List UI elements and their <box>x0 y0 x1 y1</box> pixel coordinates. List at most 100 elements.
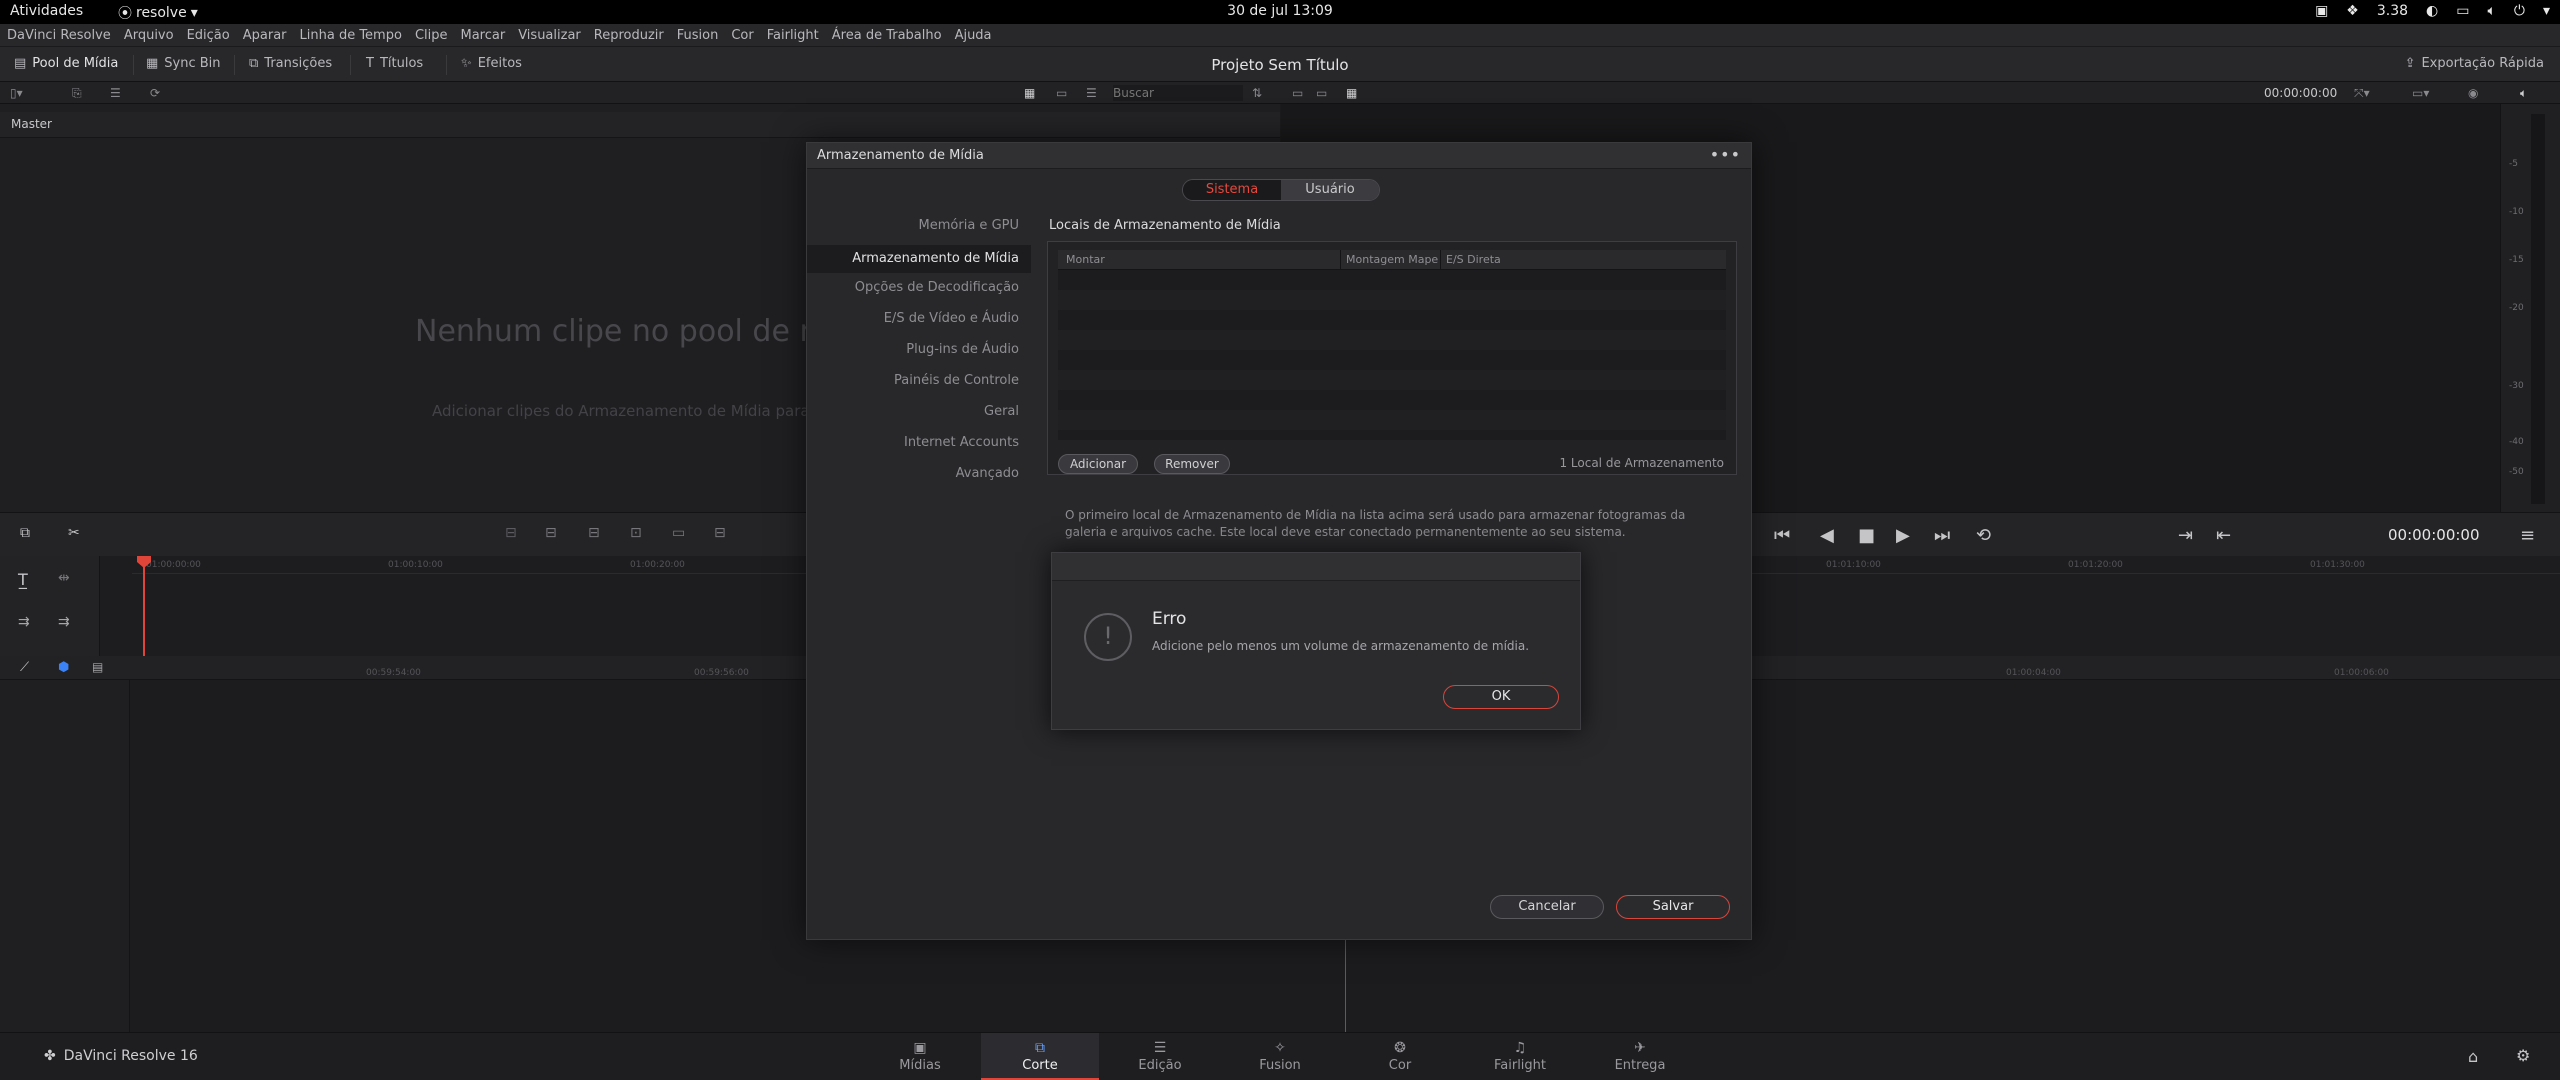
save-button[interactable]: Salvar <box>1616 895 1730 919</box>
menu-fairlight[interactable]: Fairlight <box>767 28 819 43</box>
nav-control-panels[interactable]: Painéis de Controle <box>894 373 1019 388</box>
close-up-icon[interactable]: ⊡ <box>630 525 642 541</box>
menu-davinci[interactable]: DaVinci Resolve <box>7 28 111 43</box>
menu-edicao[interactable]: Edição <box>187 28 230 43</box>
place-on-top-icon[interactable]: ▭ <box>672 525 685 541</box>
skip-to-end-icon[interactable]: ⏭ <box>1934 525 1950 546</box>
menu-ajuda[interactable]: Ajuda <box>955 28 992 43</box>
tab-deliver[interactable]: ✈︎ Entrega <box>1581 1033 1699 1080</box>
audio-track-icon[interactable]: ⇉ <box>18 614 30 630</box>
media-pool-button[interactable]: ▤ Pool de Mídia <box>14 56 118 71</box>
menu-clipe[interactable]: Clipe <box>415 28 448 43</box>
reverse-play-icon[interactable]: ◀ <box>1820 525 1834 546</box>
cpu-monitor[interactable]: 3.38 <box>2377 3 2408 19</box>
text-tool-icon[interactable]: T̲ <box>18 570 28 589</box>
cancel-button[interactable]: Cancelar <box>1490 895 1604 919</box>
nav-memory-gpu[interactable]: Memória e GPU <box>919 218 1019 233</box>
tab-edit[interactable]: ☰ Edição <box>1101 1033 1219 1080</box>
menu-fusion[interactable]: Fusion <box>677 28 719 43</box>
effects-button[interactable]: ✨︎ Efeitos <box>461 56 522 71</box>
menu-marcar[interactable]: Marcar <box>461 28 506 43</box>
menu-area-de-trabalho[interactable]: Área de Trabalho <box>832 28 942 43</box>
bin-header[interactable]: Master <box>0 112 1280 138</box>
column-mount[interactable]: Montar <box>1066 253 1105 266</box>
nav-advanced[interactable]: Avançado <box>956 466 1019 481</box>
viewer-mode-icon[interactable]: ▦ <box>1346 86 1357 100</box>
chevron-down-icon[interactable]: ▾ <box>2543 3 2550 19</box>
app-menu-button[interactable]: ⦿ resolve ▾ <box>118 3 198 23</box>
clip-view-icon[interactable]: ▤ <box>92 660 103 674</box>
nav-internet-accounts[interactable]: Internet Accounts <box>904 435 1019 450</box>
next-edit-icon[interactable]: ⇥ <box>2178 525 2193 546</box>
sync-bin-button[interactable]: ▦ Sync Bin <box>146 56 221 71</box>
menu-visualizar[interactable]: Visualizar <box>518 28 581 43</box>
bin-list-icon[interactable]: ☰ <box>110 86 121 100</box>
flag-icon[interactable]: ⬢ <box>58 660 69 675</box>
import-icon[interactable]: ⎘ <box>72 86 82 101</box>
tab-fairlight[interactable]: ♫ Fairlight <box>1461 1033 1579 1080</box>
volume-icon[interactable]: 🔈︎ <box>2487 3 2495 19</box>
sidebar-toggle-icon[interactable]: ▯▾ <box>10 86 23 100</box>
source-overwrite-icon[interactable]: ⊟ <box>714 525 726 541</box>
power-icon[interactable]: ⏻ <box>2514 3 2525 19</box>
play-icon[interactable]: ▶ <box>1896 525 1910 546</box>
timeline-options-icon[interactable]: ⧉ <box>20 525 30 541</box>
system-tray[interactable]: ▣ ❖ 3.38 ◐ ▭ 🔈︎ ⏻ ▾ <box>2315 3 2550 19</box>
menu-cor[interactable]: Cor <box>731 28 753 43</box>
playhead[interactable] <box>143 556 145 656</box>
viewer-options-icon[interactable]: ▭▾ <box>2412 86 2429 100</box>
stop-icon[interactable]: ■ <box>1858 525 1875 546</box>
nav-general[interactable]: Geral <box>984 404 1019 419</box>
menu-aparar[interactable]: Aparar <box>243 28 287 43</box>
column-direct-io[interactable]: E/S Direta <box>1446 253 1501 266</box>
skip-to-start-icon[interactable]: ⏮ <box>1774 525 1790 546</box>
remove-button[interactable]: Remover <box>1154 454 1230 474</box>
tab-user[interactable]: Usuário <box>1281 180 1379 200</box>
scissors-icon[interactable]: ✂ <box>68 525 80 541</box>
window-icon[interactable]: ▭ <box>2456 3 2469 19</box>
filmstrip-view-icon[interactable]: ▭ <box>1056 86 1067 100</box>
menu-arquivo[interactable]: Arquivo <box>124 28 174 43</box>
menu-linha-de-tempo[interactable]: Linha de Tempo <box>300 28 402 43</box>
more-options-icon[interactable]: ••• <box>1710 145 1741 164</box>
activities-button[interactable]: Atividades <box>10 3 83 19</box>
smart-insert-icon[interactable]: ⊟ <box>505 525 517 541</box>
viewer-mode-icon[interactable]: ▭ <box>1316 86 1327 100</box>
theme-icon[interactable]: ◐ <box>2426 3 2438 19</box>
search-input[interactable] <box>1113 85 1243 101</box>
snap-icon[interactable]: ⟋ <box>20 660 29 675</box>
dialog-title-bar[interactable]: Armazenamento de Mídia ••• <box>807 143 1751 169</box>
nav-media-storage[interactable]: Armazenamento de Mídia <box>807 245 1031 273</box>
previous-edit-icon[interactable]: ⇤ <box>2216 525 2231 546</box>
menu-icon[interactable]: ≡ <box>2520 525 2535 546</box>
table-row[interactable] <box>1058 330 1726 350</box>
refresh-icon[interactable]: ⟳ <box>150 86 160 100</box>
quick-export-button[interactable]: ⇪ Exportação Rápida <box>2405 56 2544 71</box>
nav-video-audio-io[interactable]: E/S de Vídeo e Áudio <box>884 311 1019 326</box>
table-row[interactable] <box>1058 410 1726 430</box>
trim-tool-icon[interactable]: ⇹ <box>58 570 70 586</box>
video-track-icon[interactable]: ⇉ <box>58 614 70 630</box>
loop-icon[interactable]: ⟲ <box>1976 525 1991 546</box>
tray-app-icon[interactable]: ▣ <box>2315 3 2328 19</box>
append-icon[interactable]: ⊟ <box>545 525 557 541</box>
color-picker-icon[interactable]: ◉ <box>2468 86 2478 100</box>
menu-reproduzir[interactable]: Reproduzir <box>594 28 664 43</box>
ripple-overwrite-icon[interactable]: ⊟ <box>588 525 600 541</box>
nav-audio-plugins[interactable]: Plug-ins de Áudio <box>906 342 1019 357</box>
home-icon[interactable]: ⌂ <box>2468 1047 2478 1066</box>
tab-system[interactable]: Sistema <box>1183 180 1281 200</box>
tab-media[interactable]: ▣ Mídias <box>861 1033 979 1080</box>
transitions-button[interactable]: ⧉ Transições <box>249 56 332 71</box>
speaker-icon[interactable]: 🔈︎ <box>2520 86 2527 101</box>
table-row[interactable] <box>1058 290 1726 310</box>
add-button[interactable]: Adicionar <box>1058 454 1138 474</box>
tab-cut[interactable]: ⧉ Corte <box>981 1033 1099 1080</box>
tab-fusion[interactable]: ✧ Fusion <box>1221 1033 1339 1080</box>
ok-button[interactable]: OK <box>1443 685 1559 709</box>
error-title-bar[interactable] <box>1052 553 1580 581</box>
column-mapped-mount[interactable]: Montagem Mape <box>1346 253 1438 266</box>
list-view-icon[interactable]: ☰ <box>1086 86 1097 100</box>
table-row[interactable] <box>1058 370 1726 390</box>
viewer-mode-icon[interactable]: ▭ <box>1292 86 1303 100</box>
